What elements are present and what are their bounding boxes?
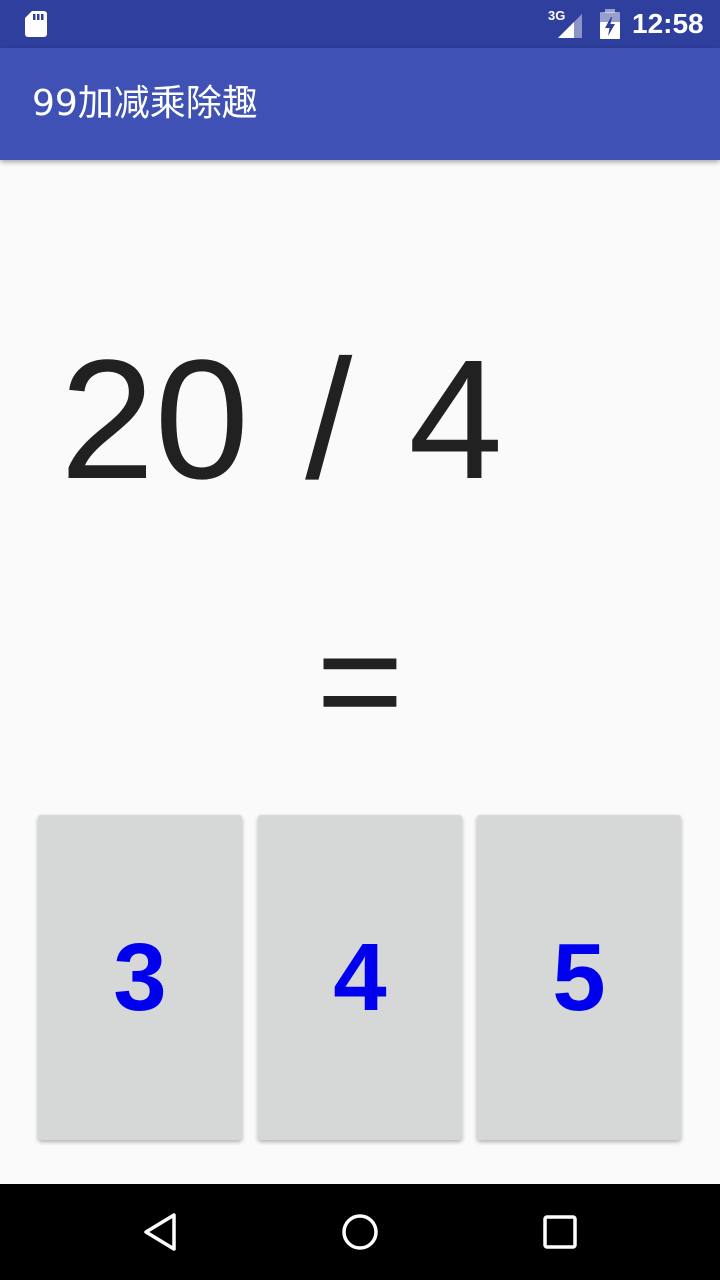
operator: / (305, 325, 353, 515)
answer-button-2[interactable]: 4 (258, 815, 462, 1140)
right-operand: 4 (408, 325, 503, 515)
left-operand: 20 (60, 325, 250, 515)
answer-button-1[interactable]: 3 (38, 815, 242, 1140)
home-icon[interactable] (334, 1206, 386, 1258)
equals-sign: = (316, 596, 404, 764)
navigation-bar (0, 1184, 720, 1280)
sd-card-icon (25, 11, 47, 37)
status-clock: 12:58 (632, 8, 704, 39)
status-bar: 3G 12:58 (0, 0, 720, 48)
app-bar: 99加减乘除趣 (0, 48, 720, 160)
answer-button-3[interactable]: 5 (477, 815, 681, 1140)
network-type-label: 3G (548, 8, 565, 23)
signal-icon: 3G (548, 8, 582, 38)
battery-charging-icon (600, 9, 620, 39)
back-icon[interactable] (134, 1206, 186, 1258)
app-title: 99加减乘除趣 (32, 83, 258, 124)
recents-icon[interactable] (534, 1206, 586, 1258)
question-expression: 20 / 4 (60, 320, 660, 520)
